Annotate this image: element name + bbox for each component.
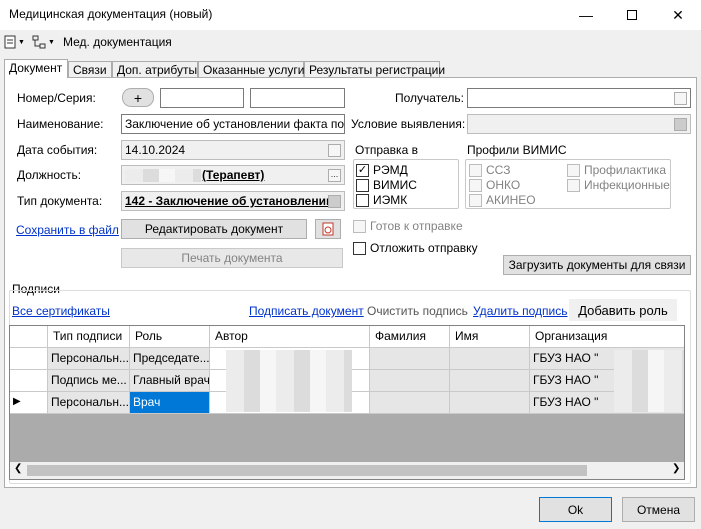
scroll-left-icon[interactable]: ❮ (14, 463, 22, 474)
redacted-organization (614, 350, 684, 412)
maximize-button[interactable] (609, 0, 655, 30)
clear-signature-link[interactable]: Очистить подпись (367, 304, 468, 318)
name-label: Наименование: (17, 117, 104, 131)
load-documents-button[interactable]: Загрузить документы для связи (503, 255, 691, 275)
checkbox-onko[interactable]: ОНКО (469, 178, 520, 192)
table-cell[interactable]: Председате... (130, 348, 210, 370)
checkbox-vimis[interactable]: ВИМИС (356, 178, 417, 192)
checkbox-prophylaxis[interactable]: Профилактика (567, 163, 666, 177)
tab-document[interactable]: Документ (4, 59, 68, 78)
tab-registration-results[interactable]: Результаты регистрации (304, 61, 445, 78)
close-icon: ✕ (672, 6, 684, 23)
number-label: Номер/Серия: (17, 91, 96, 105)
print-document-button[interactable]: Печать документа (121, 248, 343, 268)
minimize-button[interactable]: — (563, 0, 609, 30)
column-header[interactable]: Роль (130, 326, 210, 348)
chevron-down-icon: ▼ (48, 38, 55, 46)
tree-icon (32, 35, 46, 49)
document-icon (4, 35, 16, 49)
ok-button[interactable]: Ok (539, 497, 612, 522)
table-cell[interactable] (370, 370, 450, 392)
recipient-picker-button[interactable] (674, 92, 687, 105)
table-cell[interactable] (370, 348, 450, 370)
table-cell[interactable]: Персональн... (48, 348, 130, 370)
date-input[interactable]: 14.10.2024 (121, 140, 345, 160)
row-header[interactable] (10, 370, 48, 392)
scroll-right-icon[interactable]: ❯ (672, 463, 680, 474)
horizontal-scrollbar[interactable]: ❮ ❯ (10, 462, 684, 479)
doctype-label: Тип документа: (17, 194, 103, 208)
cancel-button[interactable]: Отмена (622, 497, 695, 522)
column-header[interactable]: Фамилия (370, 326, 450, 348)
calendar-icon[interactable] (328, 144, 341, 157)
row-header[interactable] (10, 348, 48, 370)
number-input[interactable] (160, 88, 244, 108)
column-header[interactable]: Автор (210, 326, 370, 348)
table-cell[interactable] (450, 370, 530, 392)
recipient-input[interactable] (467, 88, 691, 108)
redacted-author (226, 350, 352, 412)
scrollbar-thumb[interactable] (27, 465, 587, 476)
checkbox-ready[interactable]: Готов к отправке (353, 219, 463, 233)
all-certificates-link[interactable]: Все сертификаты (12, 304, 110, 318)
redacted-name (125, 169, 201, 182)
date-label: Дата события: (17, 143, 98, 157)
add-role-button[interactable]: Добавить роль (569, 299, 677, 321)
table-cell[interactable]: Главный врач (130, 370, 210, 392)
checkbox-ssz[interactable]: ССЗ (469, 163, 510, 177)
checkbox-akineo[interactable]: АКИНЕО (469, 193, 536, 207)
doctype-input[interactable]: 142 - Заключение об установлении (121, 191, 345, 211)
column-header[interactable]: Тип подписи (48, 326, 130, 348)
maximize-icon (627, 10, 637, 20)
tab-extra-attributes[interactable]: Доп. атрибуты (112, 61, 198, 78)
position-picker-button[interactable]: ... (328, 169, 341, 182)
save-to-file-link[interactable]: Сохранить в файл (16, 223, 119, 237)
document-menu-button[interactable]: ▼ (4, 34, 25, 50)
sending-title: Отправка в (355, 143, 418, 157)
tab-links[interactable]: Связи (68, 61, 112, 78)
checkbox-infectious[interactable]: Инфекционные (567, 178, 670, 192)
close-button[interactable]: ✕ (655, 0, 701, 30)
table-cell-selected[interactable]: Врач (130, 392, 210, 414)
condition-label: Условие выявления: (351, 117, 466, 131)
edit-document-button[interactable]: Редактировать документ (121, 219, 307, 239)
doctype-picker-button[interactable] (328, 195, 341, 208)
delete-signature-link[interactable]: Удалить подпись (473, 304, 568, 318)
name-input[interactable]: Заключение об установлении факта поства (121, 114, 345, 134)
table-cell[interactable]: Персональн... (48, 392, 130, 414)
chevron-down-icon: ▼ (18, 38, 25, 46)
condition-input[interactable] (467, 114, 691, 134)
recipient-label: Получатель: (395, 91, 464, 105)
pdf-button[interactable] (315, 219, 341, 239)
table-cell[interactable] (450, 392, 530, 414)
pdf-icon (322, 222, 334, 236)
condition-picker-button[interactable] (674, 118, 687, 131)
column-header[interactable]: Организация (530, 326, 684, 348)
add-number-button[interactable]: + (122, 88, 154, 107)
vimis-title: Профили ВИМИС (467, 143, 567, 157)
checkbox-iemk[interactable]: ИЭМК (356, 193, 407, 207)
sign-document-link[interactable]: Подписать документ (249, 304, 364, 318)
minimize-icon: — (579, 7, 593, 23)
position-label: Должность: (17, 168, 82, 182)
table-cell[interactable] (370, 392, 450, 414)
row-header-corner (10, 326, 48, 348)
window-title: Медицинская документация (новый) (9, 7, 213, 21)
tab-panel: Номер/Серия: + Наименование: Заключение … (4, 77, 697, 488)
current-row-indicator[interactable]: ▶ (10, 392, 48, 414)
table-cell[interactable]: Подпись ме... (48, 370, 130, 392)
tab-services[interactable]: Оказанные услуги (198, 61, 304, 78)
checkbox-defer[interactable]: Отложить отправку (353, 241, 478, 255)
signatures-table: Тип подписи Роль Автор Фамилия Имя Орган… (9, 325, 685, 480)
column-header[interactable]: Имя (450, 326, 530, 348)
tree-menu-button[interactable]: ▼ (32, 34, 55, 50)
check-icon: ✓ (356, 163, 369, 177)
tab-strip: Документ Связи Доп. атрибуты Оказанные у… (4, 59, 697, 78)
med-docs-menu[interactable]: Мед. документация (63, 35, 172, 49)
table-cell[interactable] (450, 348, 530, 370)
series-input[interactable] (250, 88, 345, 108)
checkbox-remd[interactable]: ✓ РЭМД (356, 163, 408, 177)
